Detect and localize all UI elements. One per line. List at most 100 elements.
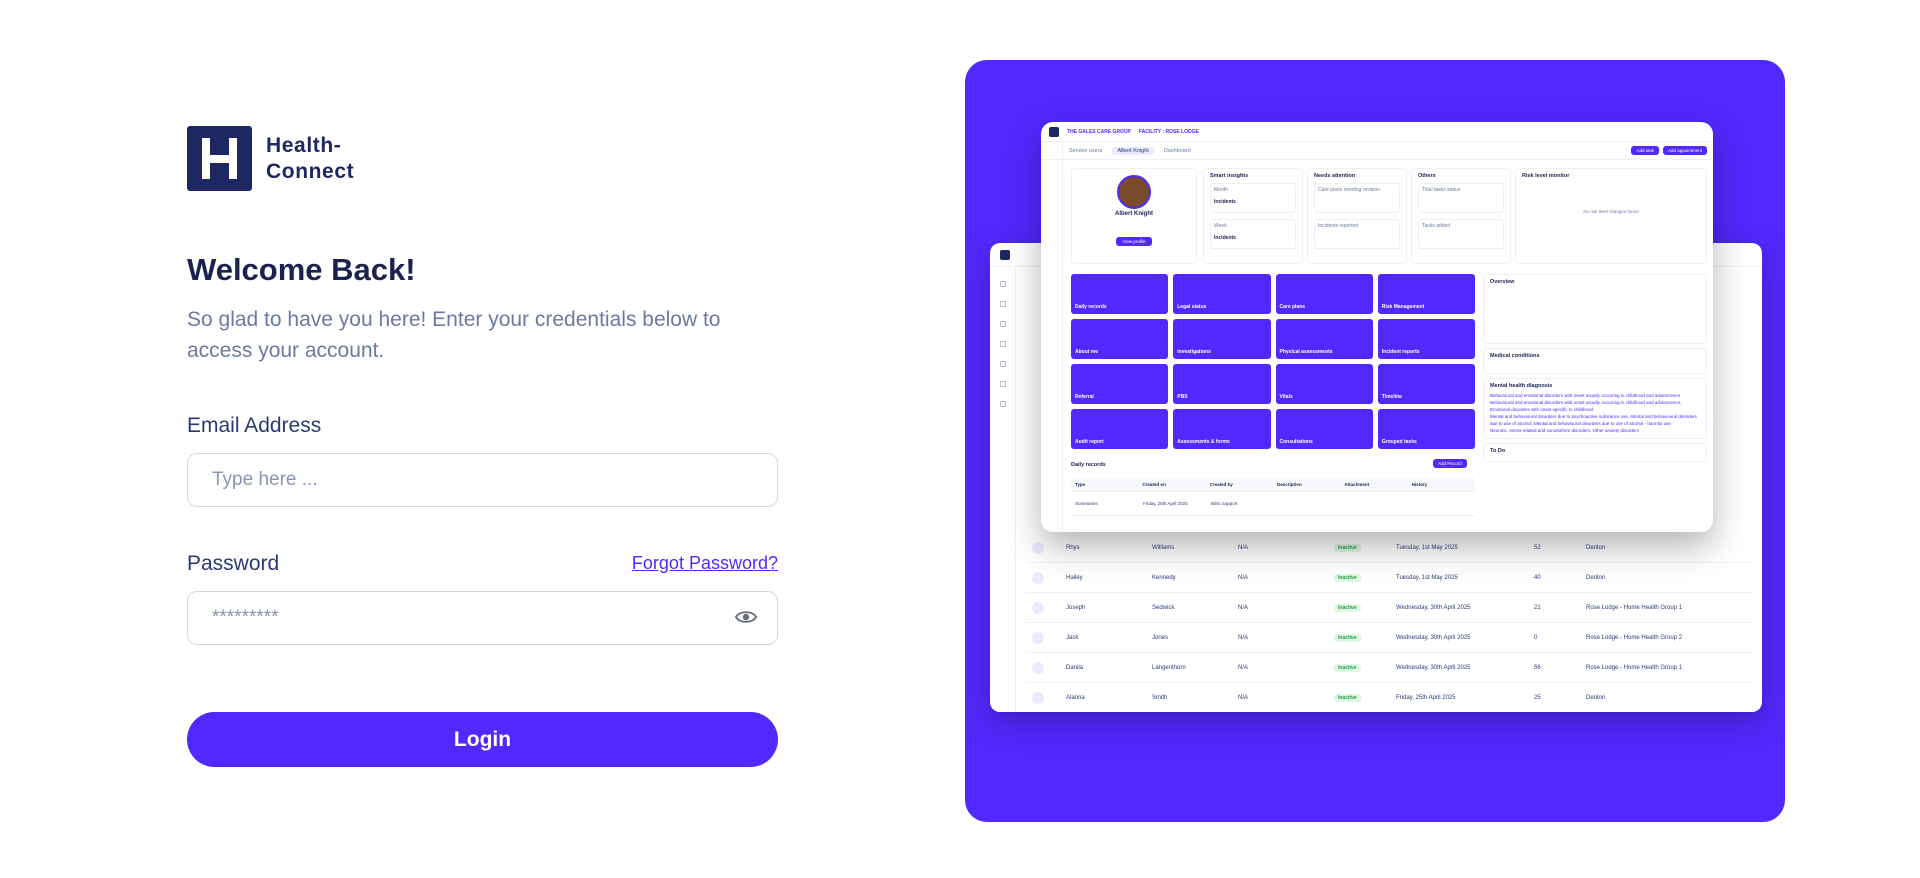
status-badge: Inactive [1334, 603, 1396, 612]
sidebar-icon [999, 381, 1006, 387]
front-actions: Add task Add appointment [1631, 146, 1707, 155]
status-badge: Inactive [1334, 693, 1396, 702]
cell-first-name: Alanna [1066, 694, 1085, 701]
breadcrumb-item: Albert Knight [1112, 146, 1154, 155]
sidebar-icon [999, 301, 1006, 307]
daily-records-table: Type Created on Created by Description A… [1071, 478, 1475, 516]
back-table: Rhys Williams N/A Inactive Tuesday, 1st May … [1026, 533, 1752, 712]
cell-first-name: Danila [1066, 664, 1084, 671]
profile-card: Albert Knight View profile [1071, 168, 1197, 264]
add-appointment-button: Add appointment [1662, 146, 1707, 155]
table-row: Hailey Kennedy N/A Inactive Tuesday, 1st May… [1026, 563, 1752, 593]
add-task-button: Add task [1631, 146, 1659, 155]
tile: Grouped tasks [1377, 409, 1475, 449]
cell-na: N/A [1238, 664, 1249, 671]
cell-first-name: Joseph [1066, 604, 1086, 611]
status-badge: Inactive [1334, 543, 1396, 552]
avatar [1032, 541, 1044, 554]
block-title: Needs attention [1314, 173, 1356, 179]
forgot-password-link[interactable]: Forgot Password? [632, 553, 778, 574]
tile: Audit report [1071, 409, 1169, 449]
diagnosis-line: Behavioural and emotional disorders with… [1490, 393, 1681, 398]
others-block: Others Total tasks status Tasks added [1411, 168, 1511, 264]
sidebar-icon [999, 401, 1006, 407]
brand-name-line2: Connect [266, 159, 355, 183]
cell-value: Incidents [1214, 235, 1236, 241]
email-input[interactable] [187, 453, 778, 507]
eye-icon[interactable] [735, 609, 757, 625]
cell-location: Denton [1586, 544, 1606, 551]
cell-location: Denton [1586, 694, 1606, 701]
cell-location: Rose Lodge - Home Health Group 1 [1586, 604, 1683, 611]
table-row: Danila Langenthorn N/A Inactive Wednesday, 3… [1026, 653, 1752, 683]
mental-health-box: Mental health diagnosis Behavioural and … [1483, 378, 1707, 439]
avatar [1032, 661, 1044, 674]
cell-number: 40 [1534, 574, 1541, 581]
breadcrumb: Service users Albert Knight Dashboard [1041, 142, 1713, 160]
tile: Vitals [1275, 364, 1373, 404]
column-header: Description [1276, 482, 1302, 487]
table-header: Type Created on Created by Description A… [1071, 478, 1475, 492]
patient-avatar [1117, 175, 1151, 209]
mini-logo-icon [1049, 126, 1059, 137]
status-badge: Inactive [1334, 663, 1396, 672]
column-header: Attachment [1344, 482, 1370, 487]
tile: Daily records [1071, 274, 1169, 314]
empty-state-text: No risk level changes found [1583, 209, 1639, 214]
preview-front-screenshot: THE GALES CARE GROUP FACILITY : ROSE LOD… [1041, 122, 1713, 532]
status-badge: Inactive [1334, 633, 1396, 642]
cell-last-name: Kennedy [1152, 574, 1176, 581]
status-text: Inactive [1334, 663, 1361, 672]
tile: Risk Management [1377, 274, 1475, 314]
column-header: Created by [1209, 482, 1233, 487]
risk-monitor: Risk level monitor No risk level changes… [1515, 168, 1707, 264]
tile: Consultations [1275, 409, 1373, 449]
diagnosis-line: Behavioural and emotional disorders with… [1490, 400, 1682, 412]
cell-na: N/A [1238, 544, 1249, 551]
sidebar-icon [999, 341, 1006, 347]
tile: Investigations [1173, 319, 1271, 359]
insight-cell: Week Incidents [1210, 219, 1296, 249]
back-sidebar [990, 267, 1016, 712]
cell-number: 21 [1534, 604, 1541, 611]
cell-date: Wednesday, 30th April 2025 [1396, 634, 1471, 641]
daily-records-title: Daily records [1071, 462, 1106, 468]
cell-last-name: Smith [1152, 694, 1168, 701]
mini-logo-icon [1000, 249, 1010, 260]
cell-label: Week [1214, 223, 1227, 229]
cell-first-name: Hailey [1066, 574, 1083, 581]
column-header: History [1411, 482, 1428, 487]
table-row: Alanna Smith N/A Inactive Friday, 25th April… [1026, 683, 1752, 712]
tile: Assessments & forms [1173, 409, 1271, 449]
status-text: Inactive [1334, 543, 1361, 552]
status-text: Inactive [1334, 573, 1361, 582]
avatar [1032, 571, 1044, 584]
cell-na: N/A [1238, 634, 1249, 641]
cell-date: Wednesday, 30th April 2025 [1396, 664, 1471, 671]
status-text: Inactive [1334, 603, 1361, 612]
tile: Care plans [1275, 274, 1373, 314]
page-subtitle: So glad to have you here! Enter your cre… [187, 308, 721, 362]
cell-location: Rose Lodge - Home Health Group 2 [1586, 634, 1683, 641]
cell-location: Denton [1586, 574, 1606, 581]
login-button[interactable]: Login [187, 712, 778, 767]
tile: Timeline [1377, 364, 1475, 404]
page-title: Welcome Back! [187, 252, 416, 287]
cell-na: N/A [1238, 604, 1249, 611]
tile: Physical assessments [1275, 319, 1373, 359]
cell-last-name: Jones [1152, 634, 1169, 641]
cell-label: Month [1214, 187, 1228, 193]
view-profile-button: View profile [1116, 237, 1152, 246]
insight-cell: Incidents reported [1314, 219, 1400, 249]
cell-number: 52 [1534, 544, 1541, 551]
insight-cell: Tasks added [1418, 219, 1504, 249]
org-name: THE GALES CARE GROUP [1067, 128, 1131, 135]
tile: About me [1071, 319, 1169, 359]
patient-name: Albert Knight [1115, 211, 1153, 217]
password-input[interactable] [187, 591, 778, 645]
cell-value: Incidents [1214, 199, 1236, 205]
status-text: Inactive [1334, 633, 1361, 642]
tile: PBS [1173, 364, 1271, 404]
status-text: Inactive [1334, 693, 1361, 702]
sidebar-icon [999, 321, 1006, 327]
